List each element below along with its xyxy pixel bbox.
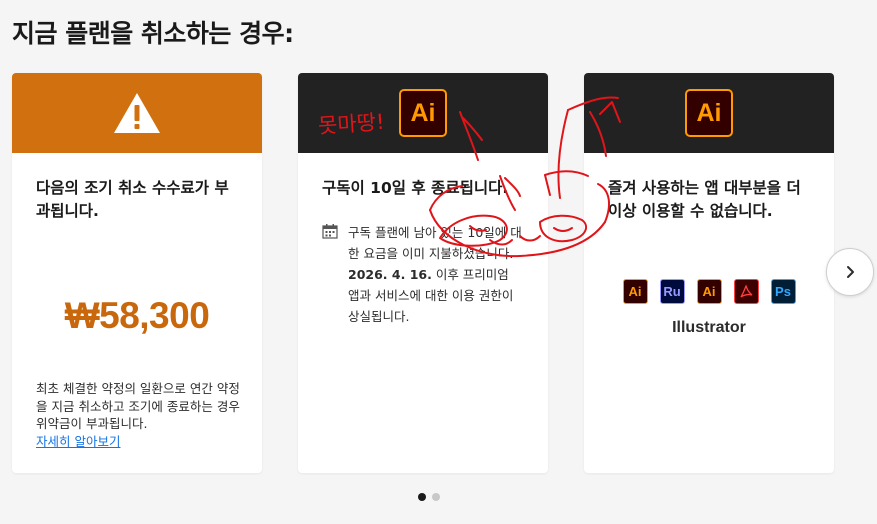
- page-title: 지금 플랜을 취소하는 경우:: [12, 19, 294, 48]
- app-icon-list: Ai Ru Ai Ps: [608, 279, 810, 304]
- lost-apps-card: Ai 즐겨 사용하는 앱 대부분을 더 이상 이용할 수 없습니다. Ai Ru A…: [584, 73, 834, 473]
- illustrator-icon: Ai: [399, 89, 447, 137]
- rush-icon: Ru: [659, 279, 685, 304]
- subscription-info-text: 구독 플랜에 남아 있는 10일에 대한 요금을 이미 지불하셨습니다. 202…: [348, 222, 524, 327]
- app-caption: Illustrator: [672, 319, 746, 336]
- early-termination-fee-card: 다음의 조기 취소 수수료가 부과됩니다. ₩58,300 최초 체결한 약정의…: [12, 73, 262, 473]
- fee-description-text: 최초 체결한 약정의 일환으로 연간 약정을 지금 취소하고 조기에 종료하는 …: [36, 381, 240, 431]
- end-date: 2026. 4. 16.: [348, 267, 432, 282]
- card-heading: 즐겨 사용하는 앱 대부분을 더 이상 이용할 수 없습니다.: [608, 179, 801, 220]
- warning-icon: [114, 93, 160, 133]
- illustrator-icon: Ai: [622, 279, 648, 304]
- card-heading: 구독이 10일 후 종료됩니다.: [322, 179, 509, 197]
- chevron-right-icon: [847, 266, 854, 278]
- card-header: [12, 73, 262, 153]
- carousel-dot-1[interactable]: [418, 493, 426, 501]
- card-heading: 다음의 조기 취소 수수료가 부과됩니다.: [36, 179, 229, 220]
- photoshop-icon: Ps: [770, 279, 796, 304]
- fee-amount: ₩58,300: [64, 295, 210, 336]
- subscription-info: 구독 플랜에 남아 있는 10일에 대한 요금을 이미 지불하셨습니다. 202…: [322, 222, 524, 327]
- illustrator-icon: Ai: [696, 279, 722, 304]
- carousel-dot-2[interactable]: [432, 493, 440, 501]
- calendar-icon: [322, 224, 338, 239]
- learn-more-link[interactable]: 자세히 알아보기: [36, 434, 120, 449]
- fee-description: 최초 체결한 약정의 일환으로 연간 약정을 지금 취소하고 조기에 종료하는 …: [36, 380, 240, 450]
- scribble-text: 못마땅!: [317, 109, 386, 139]
- carousel-next-button[interactable]: [826, 248, 874, 296]
- card-header: Ai: [584, 73, 834, 153]
- acrobat-icon: [733, 279, 759, 304]
- carousel-pagination: [418, 493, 440, 501]
- illustrator-icon: Ai: [685, 89, 733, 137]
- paid-days-text: 구독 플랜에 남아 있는 10일에 대한 요금을 이미 지불하셨습니다.: [348, 225, 522, 261]
